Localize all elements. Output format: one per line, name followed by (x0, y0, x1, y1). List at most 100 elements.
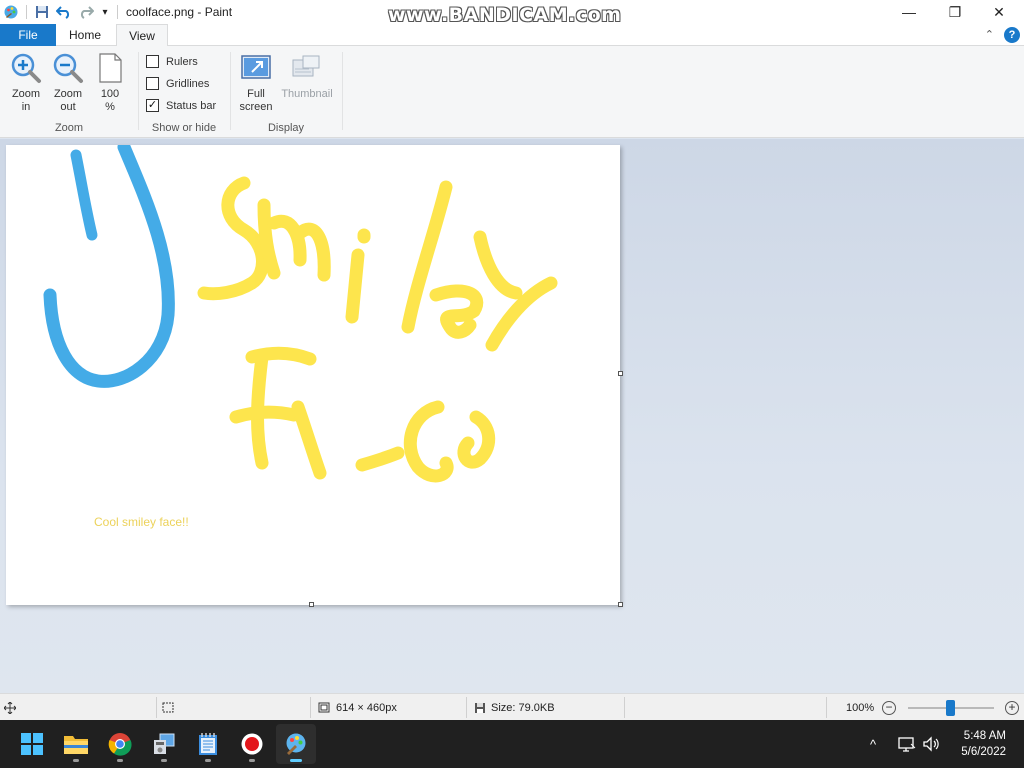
taskbar-notepad[interactable] (188, 724, 228, 764)
taskbar: ^ 5:48 AM 5/6/2022 (0, 720, 1024, 768)
full-screen-label-2: screen (239, 101, 273, 113)
help-icon[interactable]: ? (1004, 27, 1020, 43)
zoom-out-icon (52, 52, 84, 84)
paint-icon (286, 733, 306, 755)
gridlines-checkbox[interactable]: Gridlines (146, 77, 209, 90)
canvas-workspace[interactable]: Cool smiley face!! (0, 139, 1024, 693)
taskbar-clock[interactable]: 5:48 AM 5/6/2022 (961, 728, 1006, 760)
ribbon-view: Zoom in Zoom out 100 % Zoom Rulers Gridl… (0, 46, 1024, 138)
taskbar-file-explorer[interactable] (56, 724, 96, 764)
taskbar-paint[interactable] (276, 724, 316, 764)
taskbar-chrome[interactable] (100, 724, 140, 764)
zoom-100-label-2: % (105, 101, 115, 113)
zoom-level: 100% (846, 701, 875, 714)
save-icon[interactable] (31, 0, 53, 24)
zoom-100-button[interactable]: 100 % (92, 52, 128, 114)
title-bar: ▾ coolface.png - Paint www.BANDICAM.com … (0, 0, 1024, 26)
display-group-label: Display (267, 122, 305, 134)
record-icon (241, 733, 263, 755)
network-icon[interactable] (898, 720, 916, 768)
status-zoom-out-button[interactable]: − (882, 694, 896, 721)
undo-icon[interactable] (53, 0, 75, 24)
start-icon (21, 733, 43, 755)
close-button[interactable]: ✕ (976, 0, 1022, 24)
clock-time: 5:48 AM (963, 730, 1006, 742)
show-hide-group-label: Show or hide (151, 122, 217, 134)
status-bar: 614 × 460px Size: 79.0KB 100% − + (0, 693, 1024, 720)
status-divider (624, 697, 625, 718)
thumbnail-button[interactable]: Thumbnail (278, 52, 336, 101)
status-bar-label: Status bar (166, 99, 217, 112)
tab-view[interactable]: View (116, 24, 168, 47)
notepad-icon (199, 733, 217, 755)
selection-size-icon (162, 694, 175, 721)
zoom-in-button[interactable]: Zoom in (6, 52, 46, 114)
full-screen-button[interactable]: Full screen (236, 52, 276, 114)
active-indicator (290, 759, 302, 762)
zoom-group-label: Zoom (54, 122, 84, 134)
ribbon-tabs: File Home View ⌃ ? (0, 24, 1024, 47)
tab-file[interactable]: File (0, 24, 56, 46)
minus-icon[interactable]: − (882, 700, 896, 715)
tray-overflow-button[interactable]: ^ (870, 720, 876, 768)
taskbar-recorder[interactable] (232, 724, 272, 764)
title-separator (117, 5, 118, 19)
clock-date: 5/6/2022 (961, 746, 1006, 758)
window-title: coolface.png - Paint (126, 5, 233, 19)
zoom-out-label-1: Zoom (53, 88, 83, 100)
canvas-caption-text: Cool smiley face!! (94, 515, 189, 529)
restore-button[interactable]: ❐ (932, 0, 978, 24)
status-divider (310, 697, 311, 718)
redo-icon[interactable] (75, 0, 97, 24)
file-explorer-icon (64, 736, 88, 754)
resize-handle-right[interactable] (618, 371, 623, 376)
status-divider (156, 697, 157, 718)
customize-quick-access-icon[interactable]: ▾ (97, 0, 113, 24)
group-separator (230, 52, 231, 130)
running-indicator (205, 759, 211, 762)
page-icon (94, 52, 126, 84)
running-indicator (117, 759, 123, 762)
gridlines-checkbox-box[interactable] (146, 77, 159, 90)
checkmark-icon[interactable]: ✓ (146, 99, 159, 112)
thumbnail-icon (291, 52, 323, 84)
taskbar-control-panel[interactable] (144, 724, 184, 764)
resize-handle-corner[interactable] (618, 602, 623, 607)
group-separator (138, 52, 139, 130)
status-divider (466, 697, 467, 718)
start-button[interactable] (12, 724, 52, 764)
tab-home[interactable]: Home (58, 24, 112, 46)
thumbnail-label: Thumbnail (281, 88, 333, 100)
image-dimensions-text: 614 × 460px (336, 701, 397, 714)
volume-icon[interactable] (922, 720, 940, 768)
status-zoom-in-button[interactable]: + (1005, 694, 1019, 721)
zoom-out-button[interactable]: Zoom out (48, 52, 88, 114)
resize-handle-bottom[interactable] (309, 602, 314, 607)
status-bar-checkbox[interactable]: ✓ Status bar (146, 99, 216, 112)
zoom-in-label-1: Zoom (11, 88, 41, 100)
plus-icon[interactable]: + (1005, 700, 1019, 715)
rulers-label: Rulers (166, 55, 198, 68)
chrome-icon (108, 733, 132, 756)
drawing-canvas[interactable]: Cool smiley face!! (6, 145, 620, 605)
chevron-up-icon[interactable]: ^ (870, 737, 876, 752)
running-indicator (161, 759, 167, 762)
gridlines-label: Gridlines (166, 77, 210, 90)
control-panel-icon (154, 733, 175, 754)
zoom-slider-thumb[interactable] (946, 700, 955, 716)
image-dimensions: 614 × 460px (318, 694, 397, 721)
quick-access-separator (26, 5, 27, 19)
rulers-checkbox-box[interactable] (146, 55, 159, 68)
zoom-out-label-2: out (60, 101, 76, 113)
running-indicator (249, 759, 255, 762)
minimize-button[interactable]: — (886, 0, 932, 24)
file-size-text: Size: 79.0KB (491, 701, 555, 714)
rulers-checkbox[interactable]: Rulers (146, 55, 198, 68)
cursor-position-icon (4, 694, 16, 721)
collapse-ribbon-icon[interactable]: ⌃ (985, 28, 994, 41)
zoom-in-icon (10, 52, 42, 84)
paint-app-icon[interactable] (0, 0, 22, 24)
image-size-icon (318, 702, 330, 712)
zoom-in-label-2: in (21, 101, 31, 113)
full-screen-icon (240, 52, 272, 84)
